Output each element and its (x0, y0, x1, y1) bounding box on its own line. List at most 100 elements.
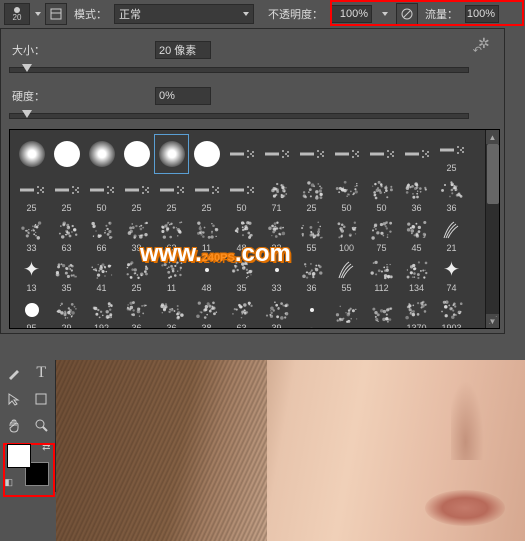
brush-thumb-icon (52, 256, 82, 284)
brush-preset-cell[interactable] (329, 294, 364, 329)
brush-preset-cell[interactable]: 50 (224, 174, 259, 214)
brush-preset-cell[interactable]: 36 (294, 254, 329, 294)
brush-preset-cell[interactable]: 25 (434, 134, 469, 174)
brush-size-label: 11 (167, 283, 176, 293)
size-slider[interactable] (9, 67, 469, 73)
brush-preset-cell[interactable]: 39 (259, 294, 294, 329)
brush-thumb-icon (437, 176, 467, 204)
brush-preset-cell[interactable]: 25 (294, 174, 329, 214)
brush-preset-cell[interactable]: 21 (434, 214, 469, 254)
scroll-up-icon[interactable]: ▲ (486, 130, 499, 144)
watermark: www.240PS.com (140, 240, 291, 268)
brush-preset-cell[interactable]: ✦74 (434, 254, 469, 294)
brush-thumb-icon (402, 140, 432, 168)
brush-preset-cell[interactable] (224, 134, 259, 174)
brush-preset-cell[interactable]: 1903 (434, 294, 469, 329)
brush-preset-picker[interactable]: 20 (4, 3, 30, 25)
brush-preset-cell[interactable]: 45 (399, 214, 434, 254)
brush-preset-cell[interactable]: 66 (84, 214, 119, 254)
brush-preset-cell[interactable]: 25 (189, 174, 224, 214)
brush-preset-cell[interactable] (189, 134, 224, 174)
brush-thumb-icon: ✦ (437, 256, 467, 284)
scrollbar[interactable]: ▲ ▼ (485, 130, 499, 328)
flow-input[interactable]: 100% (465, 5, 499, 23)
brush-preset-cell[interactable] (154, 134, 189, 174)
brush-preset-cell[interactable] (259, 134, 294, 174)
zoom-tool-icon[interactable] (28, 412, 56, 438)
resize-grip-icon[interactable]: ⋰ (488, 315, 496, 326)
brush-thumb-icon (297, 176, 327, 204)
brush-thumb-icon (367, 256, 397, 284)
brush-thumb-icon (262, 176, 292, 204)
brush-size-label: 25 (26, 203, 36, 213)
brush-preset-cell[interactable] (329, 134, 364, 174)
brush-size-label: - (310, 323, 313, 330)
brush-preset-cell[interactable]: 35 (49, 254, 84, 294)
brush-preset-cell[interactable]: 134 (399, 254, 434, 294)
opacity-dropdown-icon[interactable] (376, 5, 392, 23)
swap-colors-icon[interactable]: ⇄ (42, 442, 50, 453)
color-swatch[interactable]: ⇄ ◧ (5, 442, 51, 488)
brush-preset-cell[interactable]: ✦13 (14, 254, 49, 294)
shape-tool-icon[interactable] (28, 386, 56, 412)
brush-preset-cell[interactable]: 55 (294, 214, 329, 254)
brush-preset-cell[interactable]: 25 (119, 174, 154, 214)
brush-preset-cell[interactable]: 50 (364, 174, 399, 214)
brush-preset-cell[interactable]: 75 (364, 214, 399, 254)
foreground-color[interactable] (7, 444, 31, 468)
brush-preset-cell[interactable]: 25 (49, 174, 84, 214)
brush-preset-cell[interactable]: 63 (224, 294, 259, 329)
brush-preset-cell[interactable] (399, 134, 434, 174)
brush-preset-cell[interactable]: 36 (434, 174, 469, 214)
brush-preset-cell[interactable]: 50 (84, 174, 119, 214)
brush-preset-cell[interactable]: 71 (259, 174, 294, 214)
brush-preset-cell[interactable]: 36 (154, 294, 189, 329)
brush-preset-cell[interactable]: 95 (14, 294, 49, 329)
brush-preset-cell[interactable]: 1370 (399, 294, 434, 329)
brush-preset-cell[interactable] (14, 134, 49, 174)
brush-preset-cell[interactable]: 63 (49, 214, 84, 254)
hardness-slider[interactable] (9, 113, 469, 119)
brush-preset-cell[interactable]: 50 (329, 174, 364, 214)
brush-preset-cell[interactable]: 33 (14, 214, 49, 254)
brush-panel-toggle-icon[interactable] (45, 3, 67, 25)
brush-preset-cell[interactable]: 36 (119, 294, 154, 329)
brush-preset-cell[interactable]: 192 (84, 294, 119, 329)
hand-tool-icon[interactable] (0, 412, 28, 438)
brush-preset-cell[interactable]: 100 (329, 214, 364, 254)
brush-preset-cell[interactable] (294, 134, 329, 174)
brush-preset-cell[interactable]: 29 (49, 294, 84, 329)
chevron-down-icon (243, 12, 249, 16)
brush-preset-cell[interactable]: 112 (364, 254, 399, 294)
opacity-input[interactable]: 100% (330, 5, 372, 23)
brush-thumb-icon (192, 176, 222, 204)
blend-mode-value: 正常 (119, 6, 141, 22)
brush-preset-cell[interactable]: - (294, 294, 329, 329)
pressure-opacity-icon[interactable] (396, 3, 418, 25)
path-select-tool-icon[interactable] (0, 386, 28, 412)
brush-preset-cell[interactable]: 55 (329, 254, 364, 294)
brush-preset-cell[interactable]: 25 (154, 174, 189, 214)
brush-size-label: 25 (446, 163, 456, 173)
pen-tool-icon[interactable] (0, 360, 28, 386)
brush-preset-cell[interactable] (364, 134, 399, 174)
brush-preset-cell[interactable] (119, 134, 154, 174)
size-input[interactable]: 20 像素 (155, 41, 211, 59)
brush-thumb-icon (367, 216, 397, 244)
brush-thumb-icon (297, 256, 327, 284)
brush-preset-cell[interactable]: 38 (189, 294, 224, 329)
brush-preset-cell[interactable] (49, 134, 84, 174)
brush-preset-cell[interactable] (84, 134, 119, 174)
blend-mode-dropdown[interactable]: 正常 (114, 4, 254, 24)
brush-preset-cell[interactable] (364, 294, 399, 329)
type-tool-icon[interactable]: T (28, 360, 56, 386)
brush-size-label: 29 (61, 323, 71, 330)
default-colors-icon[interactable]: ◧ (5, 477, 14, 488)
gear-icon[interactable] (478, 35, 494, 51)
brush-preset-cell[interactable]: 41 (84, 254, 119, 294)
brush-preset-cell[interactable]: 36 (399, 174, 434, 214)
scroll-thumb[interactable] (487, 144, 499, 204)
chevron-down-icon[interactable] (35, 12, 41, 16)
hardness-input[interactable]: 0% (155, 87, 211, 105)
brush-preset-cell[interactable]: 25 (14, 174, 49, 214)
